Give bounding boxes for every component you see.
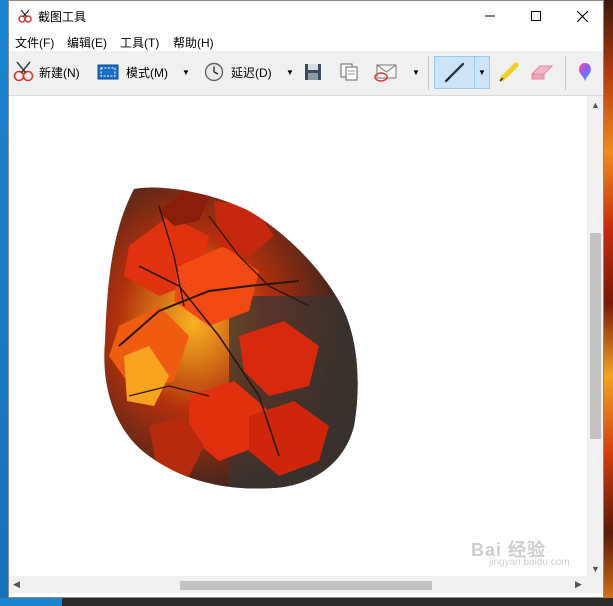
mode-dropdown-arrow[interactable]: ▼	[181, 59, 191, 85]
envelope-icon	[374, 64, 397, 82]
scroll-left-arrow[interactable]: ◀	[13, 579, 20, 590]
pen-icon	[444, 62, 465, 83]
new-snip-label: 新建(N)	[39, 65, 80, 80]
title-bar[interactable]: 截图工具	[9, 1, 603, 31]
snip-canvas[interactable]	[9, 96, 603, 576]
new-snip-button[interactable]: 新建(N)	[12, 59, 80, 85]
delay-button[interactable]: 延迟(D)	[204, 59, 272, 85]
save-button[interactable]	[304, 59, 322, 85]
highlighter-icon	[499, 62, 519, 82]
menu-help[interactable]: 帮助(H)	[173, 34, 214, 51]
pen-dropdown-arrow[interactable]: ▼	[477, 59, 487, 85]
scroll-down-arrow[interactable]: ▼	[591, 564, 600, 574]
clock-icon	[204, 62, 224, 82]
taskbar-edge	[0, 598, 613, 606]
snipping-tool-window: 截图工具 文件(F) 编辑(E) 工具(T) 帮助(H) 新建(N) 模式(M)…	[8, 0, 604, 598]
window-title: 截图工具	[38, 10, 87, 24]
toolbar: 新建(N) 模式(M) ▼ 延迟(D) ▼ ▼ ▼	[9, 51, 603, 96]
scroll-up-arrow[interactable]: ▲	[591, 100, 600, 110]
desktop-background-left	[0, 0, 8, 606]
vertical-scrollbar[interactable]: ▲ ▼	[587, 96, 603, 576]
menu-tools[interactable]: 工具(T)	[120, 34, 159, 51]
minimize-button[interactable]	[467, 1, 513, 31]
scroll-right-arrow[interactable]: ▶	[575, 579, 582, 590]
scissors-icon	[13, 61, 34, 82]
delay-dropdown-arrow[interactable]: ▼	[285, 59, 295, 85]
scrollbar-corner	[587, 576, 603, 593]
delay-label: 延迟(D)	[231, 65, 272, 80]
send-snip-button[interactable]	[373, 59, 399, 85]
toolbar-separator	[565, 56, 566, 90]
toolbar-separator	[428, 56, 429, 90]
highlighter-button[interactable]	[497, 59, 521, 85]
menu-file[interactable]: 文件(F)	[15, 34, 54, 51]
save-icon	[305, 64, 321, 80]
captured-snip-image	[104, 187, 358, 489]
horizontal-scroll-thumb[interactable]	[180, 581, 432, 590]
mode-button[interactable]: 模式(M)	[97, 59, 168, 85]
copy-button[interactable]	[339, 59, 359, 85]
eraser-icon	[530, 65, 554, 80]
copy-icon	[340, 63, 358, 81]
paint3d-button[interactable]	[575, 59, 595, 85]
eraser-button[interactable]	[529, 59, 555, 85]
desktop-background-bottom	[0, 598, 62, 606]
watermark-url: jingyan.baidu.com	[489, 557, 570, 568]
pen-tool-glyph	[443, 59, 467, 85]
vertical-scroll-thumb[interactable]	[590, 233, 601, 439]
pen-tool-divider	[474, 56, 475, 89]
menu-bar: 文件(F) 编辑(E) 工具(T) 帮助(H)	[9, 31, 603, 51]
rectangle-snip-icon	[97, 64, 119, 80]
minimize-icon	[485, 15, 495, 17]
close-icon	[576, 10, 588, 22]
maximize-button[interactable]	[513, 1, 559, 31]
menu-edit[interactable]: 编辑(E)	[67, 34, 107, 51]
mode-label: 模式(M)	[126, 65, 168, 80]
send-dropdown-arrow[interactable]: ▼	[411, 59, 421, 85]
snipping-tool-icon	[18, 9, 32, 23]
maximize-icon	[531, 11, 541, 21]
horizontal-scrollbar[interactable]: ◀ ▶	[9, 576, 587, 593]
close-button[interactable]	[559, 1, 605, 31]
paint3d-icon	[579, 63, 591, 81]
